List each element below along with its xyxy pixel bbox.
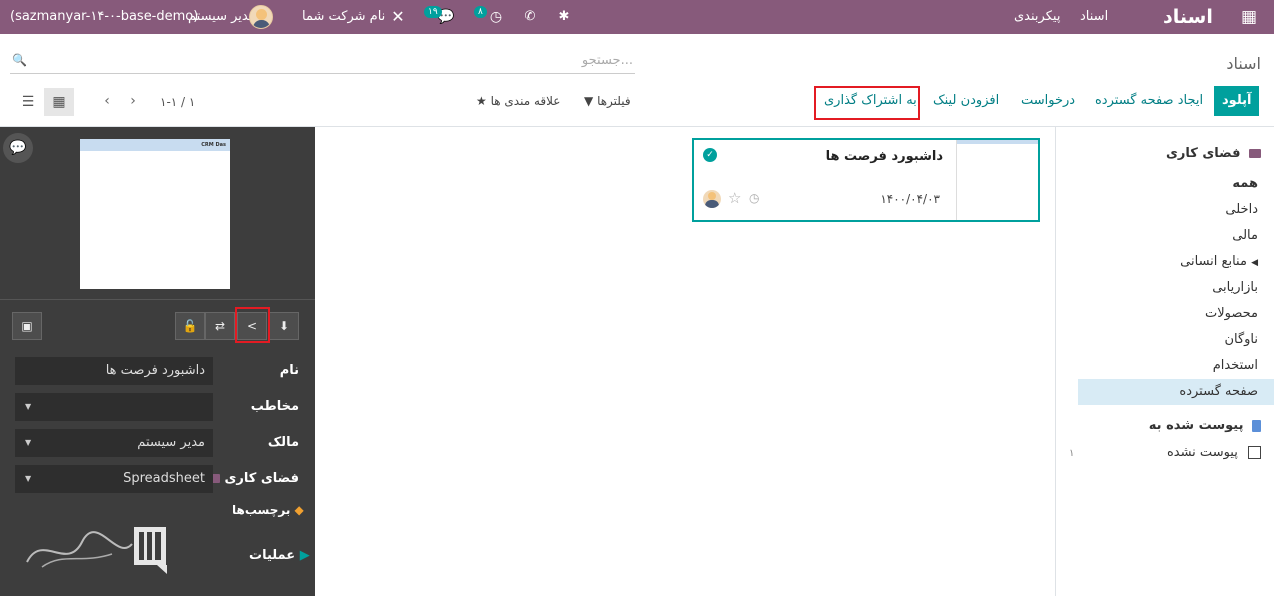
create-spreadsheet-button[interactable]: ایجاد صفحه گسترده [1087,87,1211,115]
contact-label: مخاطب [250,399,299,414]
workspace-label-text: فضای کاری [224,471,299,486]
name-label: نام [279,363,299,378]
user-db-name[interactable]: (sazmanyar-۱۴-۰-base-demo) [10,0,198,34]
search-icon: 🔍 [12,53,27,67]
messages-badge: ۱۹ [424,6,442,18]
attached-heading: پیوست شده به [1149,418,1261,433]
workspace-select[interactable]: ▼ Spreadsheet [15,465,213,493]
filter-not-attached[interactable]: پیوست نشده [1078,440,1274,466]
activity-clock-icon[interactable]: ◷ [487,0,505,34]
folder-icon [1249,149,1261,158]
sidebar-item-all[interactable]: همه [1078,171,1274,197]
sidebar-item-products[interactable]: محصولات [1078,301,1274,327]
document-inspector: CRM Das 💬 ▣ 🔓 ⇄ < ⬇ نام داشبورد فرصت ها … [0,127,315,596]
search-bar[interactable]: 🔍 جستجو... [10,50,635,74]
tags-label-text: برچسب‌ها [232,503,291,517]
sidebar-item-recruitment[interactable]: استخدام [1078,353,1274,379]
card-owner-avatar [703,190,721,208]
favorites-menu[interactable]: ★ علاقه مندی ها [476,94,560,108]
chevron-down-icon: ▼ [25,438,32,447]
breadcrumb: اسناد [1226,54,1261,73]
chevron-down-icon: ▼ [25,474,32,483]
chevron-down-icon: ▼ [25,402,32,411]
favorites-star-icon: ★ [476,94,487,108]
kanban-view: داشبورد فرصت ها ۱۴۰۰/۰۴/۰۳ ✓ ☆ ◷ [315,127,1055,596]
operations-label-text: عملیات [249,548,296,563]
control-panel: اسناد 🔍 جستجو... آپلود ایجاد صفحه گسترده… [0,34,1274,127]
favorites-label: علاقه مندی ها [490,94,561,108]
request-button[interactable]: درخواست [1013,87,1083,115]
caret-right-icon: ▶ [299,548,310,563]
watermark-logo [26,527,167,574]
card-title: داشبورد فرصت ها [825,149,943,164]
chatter-icon[interactable]: 💬 [3,133,33,163]
filter-funnel-icon: ▼ [584,94,594,108]
activities-badge: ۸ [474,6,487,18]
tools-icon[interactable]: ✕ [390,0,406,34]
card-date: ۱۴۰۰/۰۴/۰۳ [880,192,940,206]
menu-documents[interactable]: اسناد [1080,0,1108,34]
file-icon [1252,419,1261,432]
company-switcher[interactable]: نام شرکت شما [302,0,385,34]
phone-icon[interactable]: ✆ [522,0,538,34]
tags-label[interactable]: برچسب‌ها ◆ [232,503,304,517]
kanban-view-icon[interactable]: ▦ [44,88,74,116]
replace-icon[interactable]: ⇄ [205,312,235,340]
sidebar-item-spreadsheet[interactable]: صفحه گسترده [1078,379,1274,405]
search-input[interactable]: جستجو... [582,53,633,68]
add-link-button[interactable]: افزودن لینک [925,87,1007,115]
document-thumbnail[interactable]: CRM Das [80,139,230,289]
user-avatar[interactable] [249,5,273,29]
sidebar-item-hr[interactable]: منابع انسانی ◀ [1078,249,1274,275]
app-brand[interactable]: اسناد [1163,0,1213,34]
owner-value: مدیر سیستم [137,435,205,450]
sidebar-item-hr-label: منابع انسانی [1180,254,1247,269]
filters-label: فیلترها [597,94,631,108]
contact-select[interactable]: ▼ [15,393,213,421]
attached-heading-text: پیوست شده به [1148,418,1244,433]
top-navbar: (sazmanyar-۱۴-۰-base-demo) مدیر سیستم نا… [0,0,1274,34]
name-field[interactable]: داشبورد فرصت ها [15,357,213,385]
not-attached-label: پیوست نشده [1166,445,1238,460]
tag-icon: ◆ [294,503,304,517]
filters-menu[interactable]: ▼ فیلترها [584,94,631,108]
pager-next-icon[interactable]: › [122,90,144,112]
sidebar-item-internal[interactable]: داخلی [1078,197,1274,223]
workspace-heading-text: فضای کاری [1165,146,1241,161]
workspace-label: فضای کاری [204,471,299,486]
pager-value[interactable]: ۱-۱ / ۱ [160,95,195,109]
apps-grid-icon[interactable]: ▦ [1239,0,1259,34]
sidebar-item-marketing[interactable]: بازاریابی [1078,275,1274,301]
thumbnail-header: CRM Das [80,139,230,151]
workspace-sidebar: فضای کاری همه داخلی مالی منابع انسانی ◀ … [1055,127,1274,596]
activity-clock-icon[interactable]: ◷ [749,191,759,205]
favorite-star-icon[interactable]: ☆ [728,189,741,207]
owner-label: مالک [267,435,299,450]
workspace-heading: فضای کاری [1166,146,1261,161]
sidebar-item-fleet[interactable]: ناوگان [1078,327,1274,353]
lock-icon[interactable]: 🔓 [175,312,205,340]
owner-select[interactable]: ▼ مدیر سیستم [15,429,213,457]
pager-prev-icon[interactable]: ‹ [96,90,118,112]
menu-configuration[interactable]: پیکربندی [1014,0,1060,34]
list-view-icon[interactable]: ☰ [13,88,43,116]
document-card[interactable]: داشبورد فرصت ها ۱۴۰۰/۰۴/۰۳ ✓ ☆ ◷ [692,138,1040,222]
not-attached-checkbox[interactable] [1248,446,1261,459]
archive-icon[interactable]: ▣ [12,312,42,340]
workspace-value: Spreadsheet [123,471,205,486]
sidebar-item-finance[interactable]: مالی [1078,223,1274,249]
card-thumbnail[interactable] [956,140,1038,220]
selected-check-icon[interactable]: ✓ [703,148,717,162]
operations-toggle[interactable]: عملیات ▶ [249,548,310,563]
caret-left-icon[interactable]: ◀ [1251,258,1258,268]
upload-button[interactable]: آپلود [1214,86,1260,116]
user-name[interactable]: مدیر سیستم [188,0,256,34]
preview-area: CRM Das 💬 [0,127,315,300]
download-icon[interactable]: ⬇ [269,312,299,340]
share-icon-highlight [235,307,270,343]
debug-bug-icon[interactable]: ✱ [556,0,572,34]
not-attached-count: ۱ [1069,448,1075,459]
share-button-highlight [814,86,920,120]
